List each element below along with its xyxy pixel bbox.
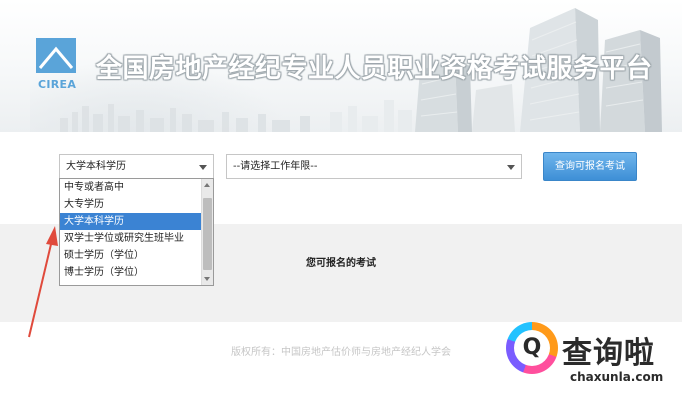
chevron-down-icon [507,165,515,170]
watermark-logo-inner: Q [514,330,550,366]
dropdown-option[interactable]: 大专学历 [60,196,201,213]
dropdown-option[interactable]: 博士学历（学位） [60,264,201,281]
site-title: 全国房地产经纪专业人员职业资格考试服务平台 [96,54,653,84]
dropdown-option-selected[interactable]: 大学本科学历 [60,213,201,230]
watermark-name: 查询啦 [562,336,655,371]
header-banner: CIREA 全国房地产经纪专业人员职业资格考试服务平台 [0,0,682,132]
work-years-select[interactable]: --请选择工作年限-- [226,154,522,179]
dropdown-option[interactable]: 中专或者高中 [60,179,201,196]
scroll-down-icon[interactable] [204,277,210,281]
education-select[interactable]: 大学本科学历 [59,154,214,179]
chevron-down-icon [199,165,207,170]
cirea-logo-icon [36,38,76,73]
dropdown-scrollbar[interactable] [201,179,213,285]
scroll-up-icon[interactable] [204,183,210,187]
education-select-value: 大学本科学历 [66,161,126,172]
education-dropdown-list: 中专或者高中 大专学历 大学本科学历 双学士学位或研究生班毕业 硕士学历（学位）… [59,178,214,286]
query-exams-button[interactable]: 查询可报名考试 [543,152,637,181]
dropdown-option[interactable]: 硕士学历（学位） [60,247,201,264]
work-years-select-value: --请选择工作年限-- [233,161,318,172]
dropdown-option[interactable]: 双学士学位或研究生班毕业 [60,230,201,247]
watermark-logo-icon: Q [506,322,558,374]
watermark-logo-letter: Q [522,335,542,360]
scrollbar-thumb[interactable] [203,198,212,270]
watermark-url: chaxunla.com [570,370,664,384]
logo-text: CIREA [38,78,77,91]
